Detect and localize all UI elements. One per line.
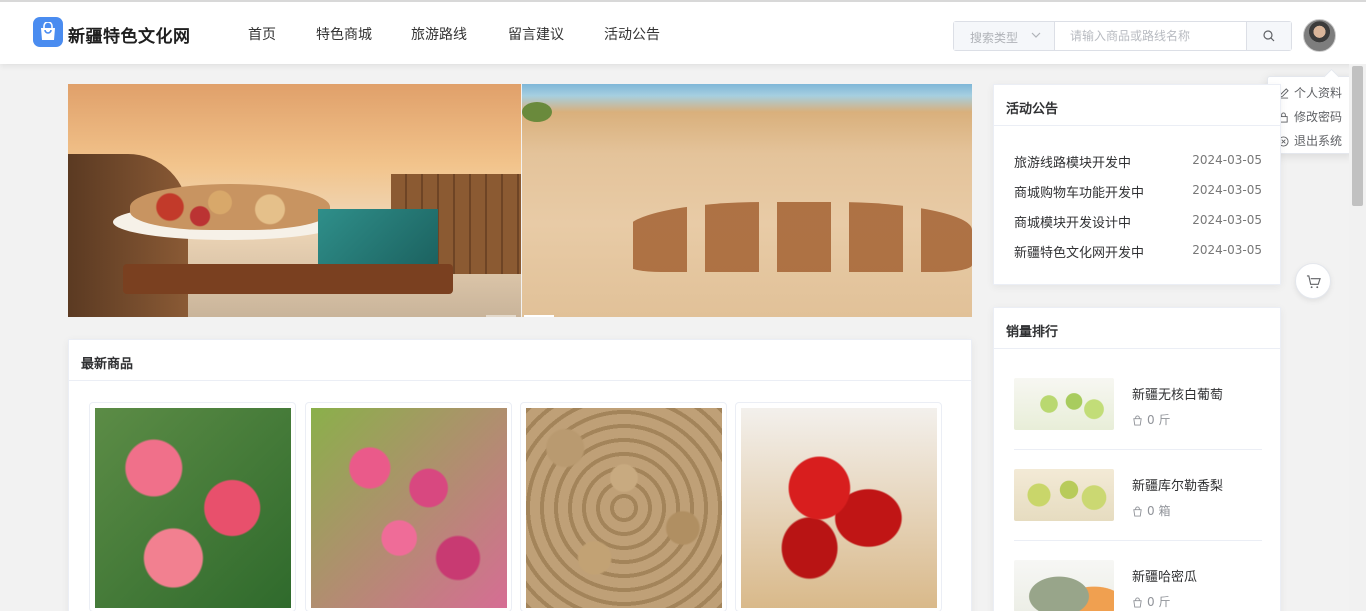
nav-home[interactable]: 首页 bbox=[248, 24, 276, 44]
product-image[interactable] bbox=[95, 408, 291, 608]
ranking-item[interactable]: 新疆库尔勒香梨 0 箱 bbox=[1014, 469, 1262, 539]
banner-decoration bbox=[318, 209, 438, 264]
nav-announcements[interactable]: 活动公告 bbox=[604, 24, 660, 44]
sales-ranking-title: 销量排行 bbox=[1006, 325, 1059, 340]
ranking-item-sales-value: 0 斤 bbox=[1147, 413, 1171, 427]
divider bbox=[994, 125, 1280, 126]
menu-item-logout[interactable]: 退出系统 bbox=[1278, 132, 1342, 149]
announcement-title[interactable]: 旅游线路模块开发中 bbox=[1014, 152, 1131, 171]
sales-ranking-card: 销量排行 新疆无核白葡萄 0 斤 新疆库尔勒香梨 0 箱 新疆哈密瓜 0 斤 bbox=[993, 307, 1281, 611]
carousel-indicators bbox=[486, 302, 562, 317]
ranking-item-name[interactable]: 新疆哈密瓜 bbox=[1132, 566, 1197, 585]
menu-item-profile[interactable]: 个人资料 bbox=[1278, 84, 1342, 101]
announcement-date: 2024-03-05 bbox=[1192, 183, 1262, 197]
nav-mall[interactable]: 特色商城 bbox=[316, 24, 372, 44]
scrollbar-thumb[interactable] bbox=[1352, 66, 1363, 206]
ranking-item[interactable]: 新疆哈密瓜 0 斤 bbox=[1014, 560, 1262, 611]
bag-icon bbox=[1133, 597, 1142, 608]
banner-slide-desert-camels[interactable] bbox=[522, 84, 972, 317]
ranking-item-sales: 0 斤 bbox=[1132, 593, 1170, 610]
ranking-item-name[interactable]: 新疆无核白葡萄 bbox=[1132, 384, 1223, 403]
ranking-item-image[interactable] bbox=[1014, 378, 1114, 430]
banner-decoration bbox=[123, 264, 453, 294]
announcement-date: 2024-03-05 bbox=[1192, 243, 1262, 257]
search-type-label: 搜索类型 bbox=[970, 31, 1019, 45]
announcement-title[interactable]: 新疆特色文化网开发中 bbox=[1014, 242, 1144, 261]
ranking-item-sales: 0 箱 bbox=[1132, 502, 1170, 519]
carousel-indicator[interactable] bbox=[486, 315, 516, 317]
product-card[interactable] bbox=[520, 402, 727, 611]
search-type-select[interactable]: 搜索类型 bbox=[954, 22, 1055, 50]
ranking-item-sales-value: 0 斤 bbox=[1147, 595, 1171, 609]
product-image[interactable] bbox=[526, 408, 722, 608]
menu-item-change-password-label: 修改密码 bbox=[1294, 110, 1343, 124]
bag-icon bbox=[1133, 506, 1142, 517]
bag-logo-icon[interactable] bbox=[33, 17, 63, 47]
ranking-item[interactable]: 新疆无核白葡萄 0 斤 bbox=[1014, 378, 1262, 448]
ranking-item-image[interactable] bbox=[1014, 560, 1114, 611]
carousel-indicator-active[interactable] bbox=[524, 315, 554, 317]
banner-carousel[interactable] bbox=[68, 84, 972, 317]
announcements-title: 活动公告 bbox=[1006, 102, 1059, 117]
nav-travel-routes[interactable]: 旅游路线 bbox=[411, 24, 467, 44]
announcement-title[interactable]: 商城模块开发设计中 bbox=[1014, 212, 1131, 231]
divider bbox=[69, 380, 971, 381]
product-card[interactable] bbox=[735, 402, 942, 611]
chevron-down-icon bbox=[1030, 29, 1042, 44]
announcement-date: 2024-03-05 bbox=[1192, 213, 1262, 227]
cart-icon bbox=[1306, 275, 1321, 289]
cart-button[interactable] bbox=[1295, 263, 1331, 299]
product-image[interactable] bbox=[311, 408, 507, 608]
banner-decoration bbox=[627, 202, 972, 272]
banner-decoration bbox=[522, 102, 552, 122]
site-name[interactable]: 新疆特色文化网 bbox=[68, 22, 191, 47]
menu-item-profile-label: 个人资料 bbox=[1294, 86, 1343, 100]
announcements-card: 活动公告 旅游线路模块开发中 2024-03-05 商城购物车功能开发中 202… bbox=[993, 84, 1281, 285]
ranking-item-sales: 0 斤 bbox=[1132, 411, 1170, 428]
search-button[interactable] bbox=[1246, 22, 1291, 50]
divider bbox=[1014, 540, 1262, 541]
ranking-item-name[interactable]: 新疆库尔勒香梨 bbox=[1132, 475, 1223, 494]
divider bbox=[1014, 449, 1262, 450]
divider bbox=[994, 348, 1280, 349]
top-header: 新疆特色文化网 首页 特色商城 旅游路线 留言建议 活动公告 搜索类型 bbox=[0, 0, 1366, 64]
banner-slide-dried-fruits[interactable] bbox=[68, 84, 521, 317]
bag-icon bbox=[1133, 415, 1142, 426]
banner-decoration bbox=[130, 184, 330, 230]
announcement-date: 2024-03-05 bbox=[1192, 153, 1262, 167]
search-icon bbox=[1263, 30, 1275, 42]
search-input[interactable] bbox=[1056, 22, 1248, 50]
latest-products-card: 最新商品 bbox=[68, 339, 972, 611]
product-card[interactable] bbox=[89, 402, 296, 611]
menu-item-change-password[interactable]: 修改密码 bbox=[1278, 108, 1342, 125]
nav-feedback[interactable]: 留言建议 bbox=[508, 24, 564, 44]
menu-item-logout-label: 退出系统 bbox=[1294, 134, 1343, 148]
product-card[interactable] bbox=[305, 402, 512, 611]
ranking-item-sales-value: 0 箱 bbox=[1147, 504, 1171, 518]
search-box: 搜索类型 bbox=[953, 21, 1292, 51]
product-image[interactable] bbox=[741, 408, 937, 608]
ranking-item-image[interactable] bbox=[1014, 469, 1114, 521]
latest-products-title: 最新商品 bbox=[81, 357, 134, 372]
user-avatar[interactable] bbox=[1303, 19, 1336, 52]
announcement-title[interactable]: 商城购物车功能开发中 bbox=[1014, 182, 1144, 201]
page-scrollbar[interactable] bbox=[1349, 64, 1366, 611]
